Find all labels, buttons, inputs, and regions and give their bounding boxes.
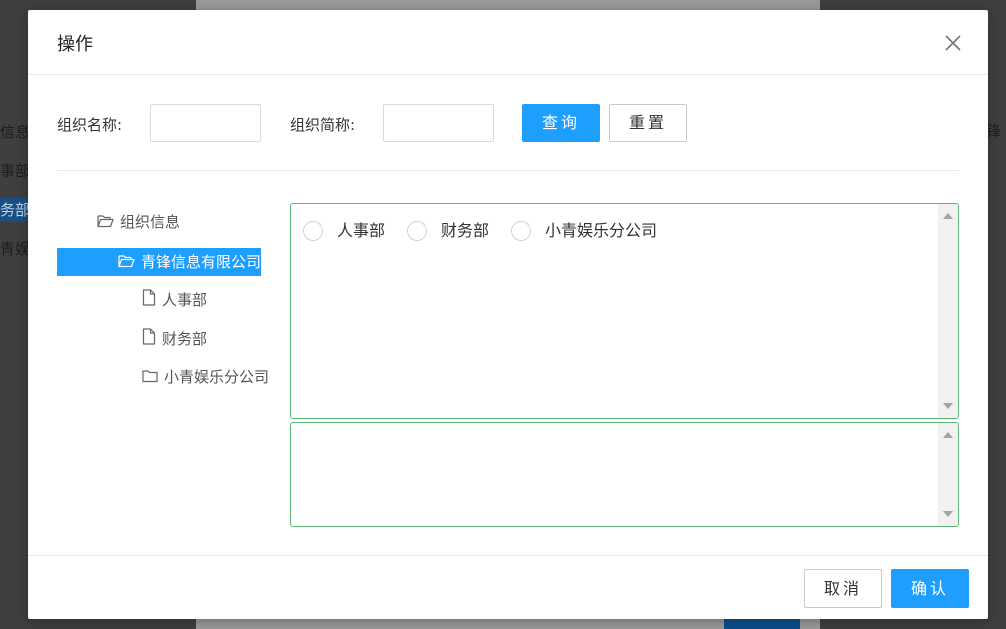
tree-node-label: 人事部: [162, 291, 208, 309]
selected-scrollbar[interactable]: [938, 423, 958, 526]
background-right-text: 锋: [986, 122, 1002, 140]
tree-node-label: 小青娱乐分公司: [164, 368, 270, 386]
dialog-title: 操作: [57, 34, 93, 55]
query-button[interactable]: 查询: [522, 104, 600, 142]
radio-option-finance[interactable]: 财务部: [407, 220, 489, 242]
divider: [57, 170, 959, 171]
tree-node-hr[interactable]: 人事部: [142, 286, 207, 314]
folder-open-icon: [97, 209, 114, 237]
tree-node-label: 组织信息: [120, 213, 181, 231]
scroll-up-icon[interactable]: [943, 432, 953, 438]
tree-node-entertainment[interactable]: 小青娱乐分公司: [142, 363, 269, 391]
radio-option-hr[interactable]: 人事部: [303, 220, 385, 242]
options-box: 人事部 财务部 小青娱乐分公司: [290, 203, 959, 419]
tree-node-company[interactable]: 青锋信息有限公司: [57, 248, 261, 276]
folder-icon: [142, 364, 158, 392]
tree-node-finance[interactable]: 财务部: [142, 325, 207, 353]
dialog-header: 操作: [28, 10, 988, 75]
radio-label: 财务部: [441, 221, 490, 240]
background-tree-item: 事部: [0, 162, 31, 180]
folder-open-icon: [118, 249, 135, 277]
radio-label: 小青娱乐分公司: [545, 221, 658, 240]
tree-node-label: 财务部: [162, 330, 208, 348]
confirm-button[interactable]: 确认: [891, 569, 969, 608]
file-icon: [142, 287, 156, 315]
options-scrollbar[interactable]: [938, 204, 958, 418]
background-tree-item: 青娱: [0, 240, 31, 258]
radio-circle-icon: [407, 220, 427, 241]
org-short-name-input[interactable]: [383, 104, 494, 142]
tree-node-label: 青锋信息有限公司: [141, 253, 261, 271]
radio-label: 人事部: [337, 221, 386, 240]
org-name-label: 组织名称:: [57, 116, 123, 134]
radio-circle-icon: [511, 220, 531, 241]
scroll-down-icon[interactable]: [943, 511, 953, 517]
operation-dialog: 操作 组织名称: 组织简称: 查询 重置 组织信息 青锋信息有限公司 人事部 财…: [28, 10, 988, 619]
radio-circle-icon: [303, 220, 323, 241]
background-tree-item: 务部: [0, 201, 31, 219]
dialog-footer: 取消 确认: [28, 555, 988, 619]
scroll-down-icon[interactable]: [943, 403, 953, 409]
close-icon[interactable]: [942, 32, 964, 54]
org-short-name-label: 组织简称:: [290, 116, 356, 134]
cancel-button[interactable]: 取消: [804, 569, 882, 608]
org-name-input[interactable]: [150, 104, 261, 142]
radio-option-entertainment[interactable]: 小青娱乐分公司: [511, 220, 657, 242]
background-button: [724, 618, 800, 629]
reset-button[interactable]: 重置: [609, 104, 687, 142]
background-tree-item: 信息: [0, 123, 31, 141]
selected-items-box[interactable]: [290, 422, 959, 527]
scroll-up-icon[interactable]: [943, 213, 953, 219]
tree-node-root[interactable]: 组织信息: [97, 208, 180, 236]
file-icon: [142, 326, 156, 354]
